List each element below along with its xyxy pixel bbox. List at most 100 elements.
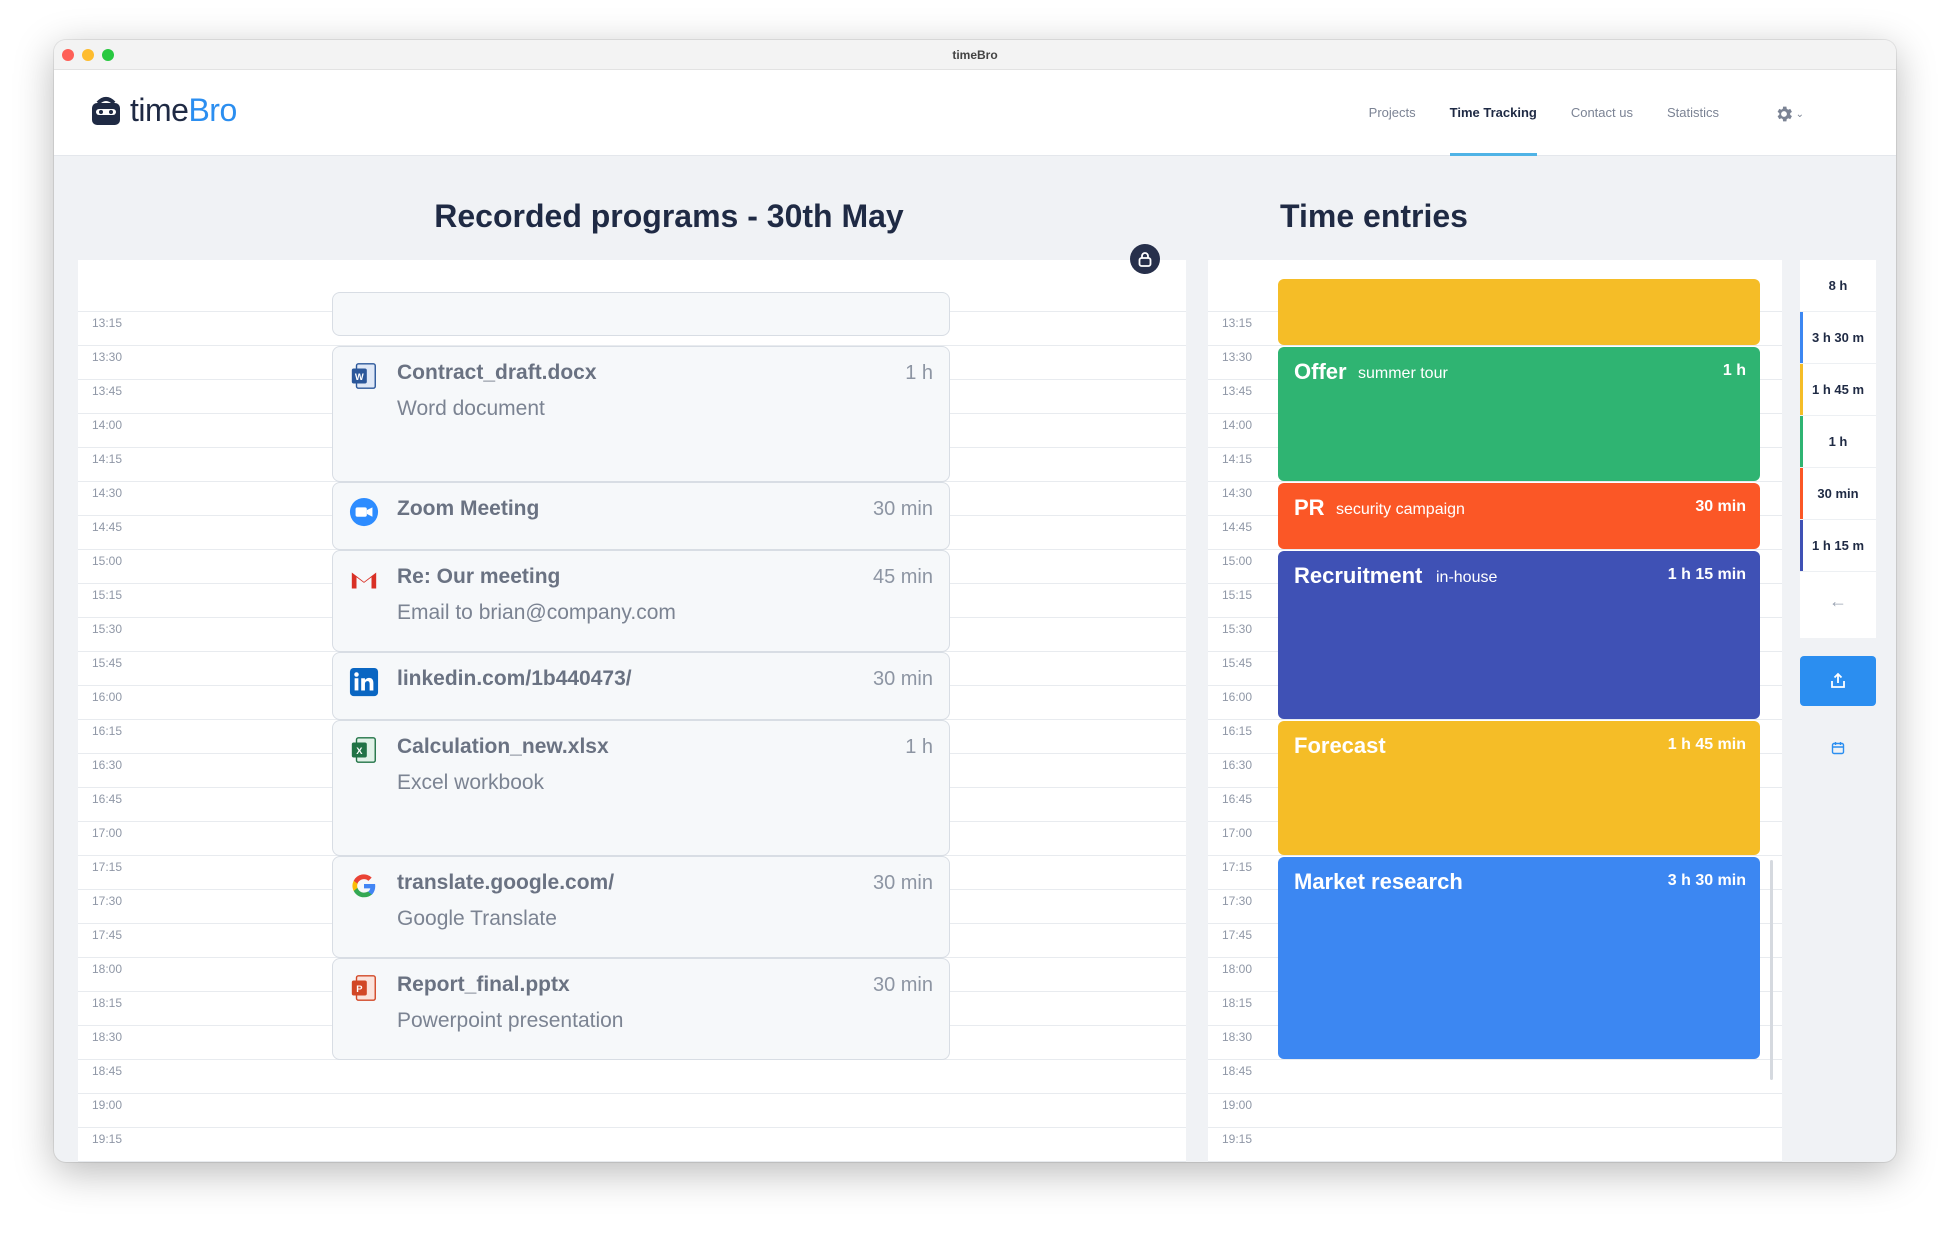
arrow-left-icon: ←: [1829, 591, 1847, 611]
time-entry[interactable]: Forecast 1 h 45 min: [1278, 721, 1760, 855]
time-label: 18:00: [1222, 962, 1253, 976]
time-label: 16:00: [1222, 690, 1253, 704]
program-title: Calculation_new.xlsx: [397, 735, 609, 758]
time-label: 15:30: [1222, 622, 1253, 636]
nav-projects[interactable]: Projects: [1352, 70, 1433, 156]
time-label: 15:00: [1222, 554, 1253, 568]
entry-duration: 1 h 15 min: [1667, 566, 1746, 583]
program-title: Contract_draft.docx: [397, 361, 597, 384]
word-icon: W: [348, 360, 380, 392]
program-duration: 30 min: [872, 668, 933, 690]
calendar-button[interactable]: [1828, 738, 1848, 758]
gear-icon: [1777, 106, 1792, 122]
time-label: 18:00: [92, 962, 123, 976]
program-card[interactable]: Zoom Meeting 30 min: [332, 482, 950, 550]
time-label: 13:15: [92, 316, 123, 330]
time-label: 18:15: [1222, 996, 1253, 1010]
gmail-icon: [348, 564, 380, 596]
summary-total: 8 h: [1800, 260, 1876, 312]
export-button[interactable]: [1800, 656, 1876, 706]
timeline-row: 19:15: [1208, 1128, 1782, 1162]
summary-item[interactable]: 1 h 45 m: [1800, 364, 1876, 416]
program-duration: 30 min: [872, 974, 933, 996]
time-label: 16:45: [1222, 792, 1253, 806]
program-subtitle: Excel workbook: [397, 771, 545, 794]
zoom-icon: [348, 496, 380, 528]
program-card[interactable]: W Contract_draft.docx Word document 1 h: [332, 346, 950, 482]
summary-sidebar: 8 h 3 h 30 m 1 h 45 m 1 h 30 min 1 h 15 m ←: [1800, 260, 1876, 638]
time-entry-partial[interactable]: [1278, 279, 1760, 345]
nav-time-tracking[interactable]: Time Tracking: [1433, 70, 1554, 156]
summary-value: 3 h 30 m: [1811, 330, 1865, 345]
time-label: 14:00: [1222, 418, 1253, 432]
entry-project-name: Forecast: [1294, 733, 1386, 758]
time-label: 16:00: [92, 690, 123, 704]
nav-links: Projects Time Tracking Contact us Statistic…: [1352, 70, 1736, 156]
time-label: 18:45: [1222, 1064, 1253, 1078]
svg-text:P: P: [356, 984, 362, 994]
program-duration: 1 h: [905, 736, 933, 758]
timeline-row: 19:15: [78, 1128, 1186, 1162]
program-title: Re: Our meeting: [397, 565, 561, 588]
window-title: timeBro: [952, 48, 998, 62]
time-label: 18:15: [92, 996, 123, 1010]
lock-button[interactable]: [1130, 244, 1160, 274]
program-card[interactable]: translate.google.com/Google Translate 30 …: [332, 856, 950, 958]
timeline-row: 18:45: [1208, 1060, 1782, 1094]
time-label: 17:30: [92, 894, 123, 908]
recorded-programs-panel: 13:15 13:30 13:45 14:00 14:15 14:30 14:45 15:00…: [78, 260, 1186, 1162]
time-label: 19:00: [92, 1098, 123, 1112]
logo[interactable]: timeBro: [90, 92, 237, 129]
time-label: 15:30: [92, 622, 123, 636]
nav-statistics[interactable]: Statistics: [1650, 70, 1736, 156]
summary-color-bar: [1800, 520, 1803, 571]
settings-menu[interactable]: ⌄: [1774, 104, 1804, 124]
time-label: 13:45: [1222, 384, 1253, 398]
google-icon: [348, 870, 380, 902]
program-card[interactable]: linkedin.com/1b440473/30 min: [332, 652, 950, 720]
program-card[interactable]: X Calculation_new.xlsx Excel workbook 1 h: [332, 720, 950, 856]
time-label: 16:30: [1222, 758, 1253, 772]
time-label: 14:15: [1222, 452, 1253, 466]
time-label: 17:30: [1222, 894, 1253, 908]
summary-color-bar: [1800, 364, 1803, 415]
program-card[interactable]: P Report_final.pptx Powerpoint presentatio…: [332, 958, 950, 1060]
time-entry[interactable]: PR security campaign 30 min: [1278, 483, 1760, 549]
time-label: 17:45: [92, 928, 123, 942]
entries-scrollbar[interactable]: [1770, 860, 1773, 1080]
summary-value: 30 min: [1817, 486, 1859, 501]
share-icon: [1831, 672, 1845, 688]
summary-item[interactable]: 30 min: [1800, 468, 1876, 520]
entry-task-tag: security campaign: [1336, 501, 1465, 518]
program-subtitle: Word document: [397, 397, 545, 420]
program-title: translate.google.com/: [397, 871, 615, 894]
recorded-programs-title: Recorded programs - 30th May: [434, 198, 904, 234]
time-label: 17:00: [1222, 826, 1253, 840]
program-subtitle: Google Translate: [397, 907, 557, 930]
time-label: 15:15: [92, 588, 123, 602]
powerpoint-icon: P: [348, 972, 380, 1004]
nav-contact-us[interactable]: Contact us: [1554, 70, 1650, 156]
time-label: 18:45: [92, 1064, 123, 1078]
time-entry[interactable]: Market research 3 h 30 min: [1278, 857, 1760, 1059]
time-entries-panel: 13:15 13:30 13:45 14:00 14:15 14:30 14:45 15:00…: [1208, 260, 1782, 1162]
collapse-summary-button[interactable]: ←: [1800, 572, 1876, 630]
entry-project-name: Offer: [1294, 359, 1347, 384]
time-entry[interactable]: Recruitment in-house 1 h 15 min: [1278, 551, 1760, 719]
program-card-partial[interactable]: [332, 292, 950, 336]
summary-color-bar: [1800, 416, 1803, 467]
summary-item[interactable]: 3 h 30 m: [1800, 312, 1876, 364]
time-label: 16:30: [92, 758, 123, 772]
summary-item[interactable]: 1 h: [1800, 416, 1876, 468]
entry-task-tag: summer tour: [1358, 365, 1448, 382]
time-entry[interactable]: Offer summer tour 1 h: [1278, 347, 1760, 481]
time-label: 13:45: [92, 384, 123, 398]
summary-value: 1 h 15 m: [1811, 538, 1865, 553]
summary-color-bar: [1800, 312, 1803, 363]
program-duration: 30 min: [872, 498, 933, 520]
entry-project-name: Recruitment: [1294, 563, 1423, 588]
summary-item[interactable]: 1 h 15 m: [1800, 520, 1876, 572]
program-card[interactable]: Re: Our meeting Email to brian@company.co…: [332, 550, 950, 652]
program-subtitle: Powerpoint presentation: [397, 1009, 624, 1032]
time-label: 14:00: [92, 418, 123, 432]
